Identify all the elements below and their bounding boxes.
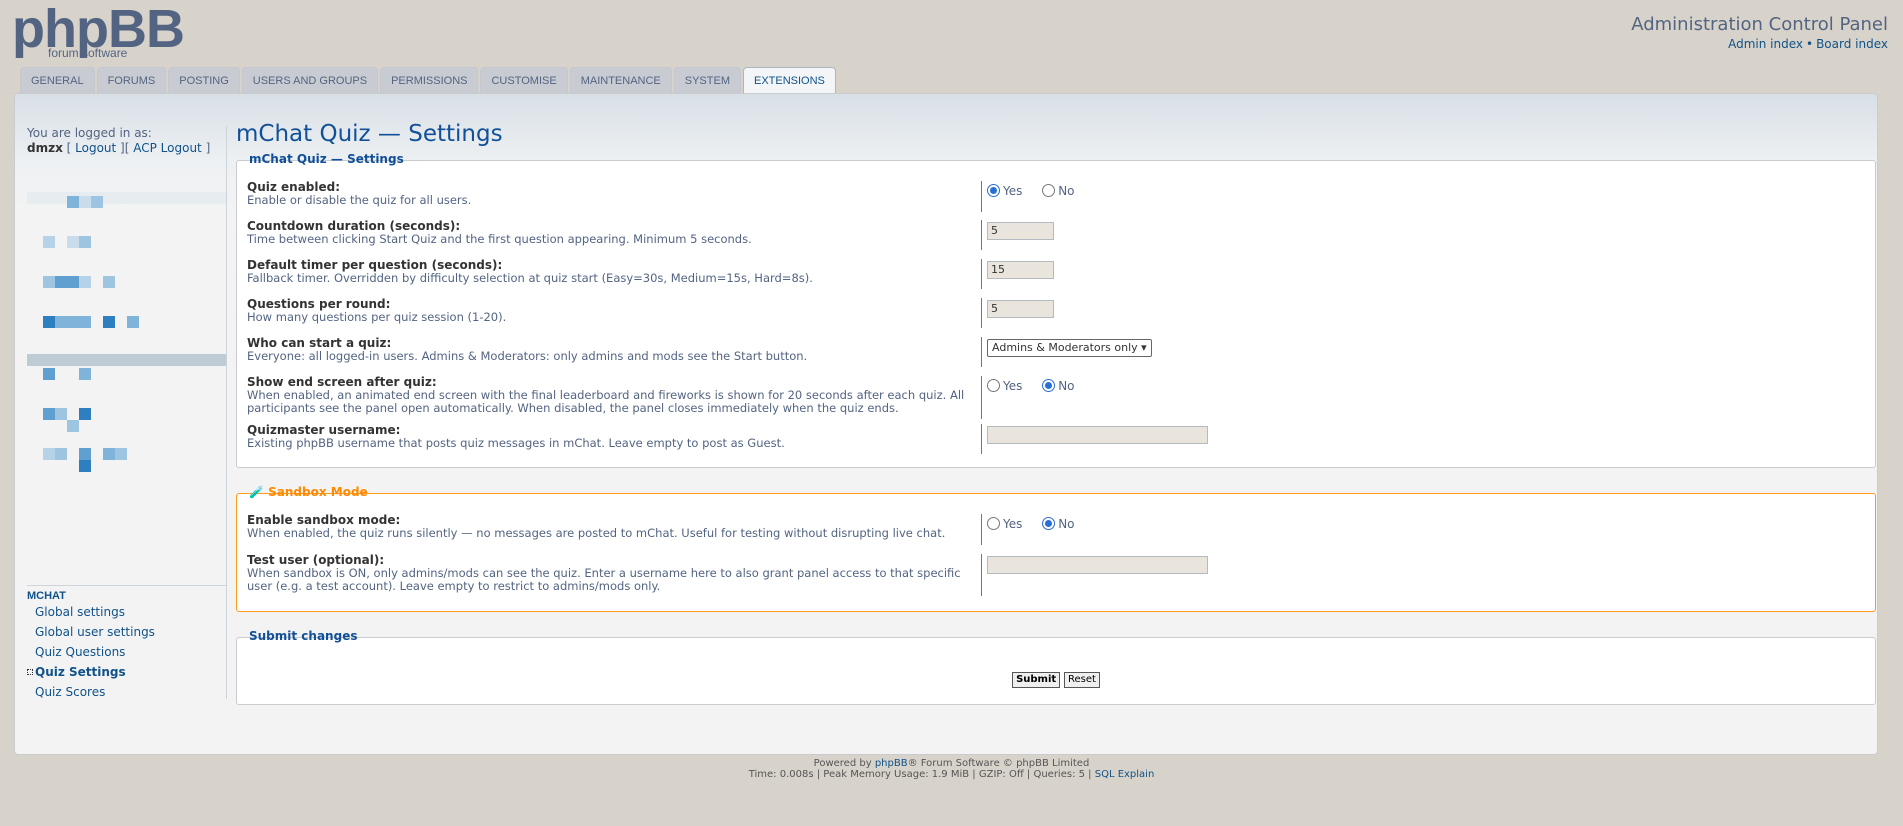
phpbb-logo[interactable]: phpBB forum software	[12, 2, 185, 60]
logged-in-label: You are logged in as:	[27, 126, 152, 140]
test-user-input[interactable]	[987, 556, 1208, 574]
reset-button[interactable]: Reset	[1064, 672, 1100, 688]
setting-quizmaster: Quizmaster username: Existing phpBB usern…	[237, 424, 1875, 454]
chevron-down-icon: ▾	[1141, 341, 1147, 354]
content: mChat Quiz — Settings mChat Quiz — Setti…	[236, 116, 1876, 705]
page-title: mChat Quiz — Settings	[236, 121, 503, 147]
tab-extensions[interactable]: EXTENSIONS	[742, 67, 836, 95]
menu-item-label[interactable]: Quiz Settings	[35, 665, 126, 679]
board-index-link[interactable]: Board index	[1816, 37, 1888, 51]
acp-logout-link[interactable]: ACP Logout	[133, 141, 202, 155]
setting-sandbox-enable: Enable sandbox mode: When enabled, the qu…	[237, 514, 1875, 545]
who-select[interactable]: Admins & Moderators only ▾	[987, 339, 1152, 357]
submit-button[interactable]: Submit	[1012, 672, 1061, 688]
test-tube-icon: 🧪	[249, 485, 264, 499]
sandbox-fieldset: 🧪 Sandbox Mode Enable sandbox mode: When …	[236, 485, 1876, 612]
acp-header: Administration Control Panel Admin index…	[1631, 14, 1888, 51]
logout-link[interactable]: Logout	[75, 141, 116, 155]
header-separator: •	[1806, 37, 1814, 51]
sandbox-yes-radio[interactable]: Yes	[987, 517, 1022, 531]
setting-explain: Time between clicking Start Quiz and the…	[247, 232, 752, 246]
tab-permissions[interactable]: PERMISSIONS	[380, 67, 479, 94]
setting-explain: Everyone: all logged-in users. Admins & …	[247, 349, 808, 363]
tab-customise[interactable]: CUSTOMISE	[480, 67, 568, 94]
logo-subtitle: forum software	[48, 46, 128, 60]
setting-explain: Fallback timer. Overridden by difficulty…	[247, 271, 813, 285]
end-screen-no-radio[interactable]: No	[1042, 379, 1075, 393]
setting-quiz-enabled: Quiz enabled: Enable or disable the quiz …	[237, 181, 1875, 212]
main-tabs: GENERAL FORUMS POSTING USERS AND GROUPS …	[20, 67, 836, 95]
login-info: You are logged in as: dmzx [ Logout ][ A…	[27, 126, 211, 155]
settings-fieldset: mChat Quiz — Settings Quiz enabled: Enabl…	[236, 152, 1876, 468]
tab-users-and-groups[interactable]: USERS AND GROUPS	[241, 67, 379, 94]
quizmaster-input[interactable]	[987, 426, 1208, 444]
setting-who: Who can start a quiz: Everyone: all logge…	[237, 337, 1875, 367]
pixelated-menu	[27, 166, 227, 496]
tab-maintenance[interactable]: MAINTENANCE	[569, 67, 672, 94]
footer-stats: Time: 0.008s | Peak Memory Usage: 1.9 Mi…	[748, 769, 1095, 780]
tab-posting[interactable]: POSTING	[168, 67, 240, 94]
setting-explain: Enable or disable the quiz for all users…	[247, 193, 472, 207]
submit-legend: Submit changes	[249, 629, 358, 643]
footer-powered-text: Powered by	[813, 758, 875, 769]
sandbox-no-radio[interactable]: No	[1042, 517, 1075, 531]
setting-test-user: Test user (optional): When sandbox is ON,…	[237, 554, 1875, 596]
sandbox-legend: 🧪 Sandbox Mode	[249, 485, 368, 499]
phpbb-link[interactable]: phpBB	[875, 758, 908, 769]
menu-item-label[interactable]: Global user settings	[35, 625, 155, 639]
menu-item-global-user-settings[interactable]: Global user settings	[27, 622, 227, 642]
sql-explain-link[interactable]: SQL Explain	[1095, 769, 1155, 780]
countdown-input[interactable]: 5	[987, 222, 1054, 240]
setting-explain: Existing phpBB username that posts quiz …	[247, 436, 785, 450]
menu-item-quiz-settings[interactable]: Quiz Settings	[27, 662, 227, 682]
submit-fieldset: Submit changes Submit Reset	[236, 629, 1876, 705]
setting-explain: When sandbox is ON, only admins/mods can…	[247, 566, 961, 593]
menu-item-label[interactable]: Quiz Scores	[35, 685, 105, 699]
tab-system[interactable]: SYSTEM	[673, 67, 741, 94]
setting-explain: When enabled, an animated end screen wit…	[247, 388, 965, 415]
main-panel: You are logged in as: dmzx [ Logout ][ A…	[14, 93, 1878, 755]
acp-title: Administration Control Panel	[1631, 14, 1888, 35]
footer: Powered by phpBB® Forum Software © phpBB…	[0, 758, 1903, 780]
menu-item-label[interactable]: Quiz Questions	[35, 645, 125, 659]
setting-countdown: Countdown duration (seconds): Time betwee…	[237, 220, 1875, 250]
setting-end-screen: Show end screen after quiz: When enabled,…	[237, 376, 1875, 419]
menu-item-label[interactable]: Global settings	[35, 605, 125, 619]
setting-explain: How many questions per quiz session (1-2…	[247, 310, 507, 324]
menu-item-quiz-scores[interactable]: Quiz Scores	[27, 682, 227, 702]
questions-input[interactable]: 5	[987, 300, 1054, 318]
setting-explain: When enabled, the quiz runs silently — n…	[247, 526, 946, 540]
quiz-enabled-no-radio[interactable]: No	[1042, 184, 1075, 198]
mchat-menu: Global settings Global user settings Qui…	[27, 602, 227, 702]
tab-forums[interactable]: FORUMS	[96, 67, 167, 94]
setting-questions: Questions per round: How many questions p…	[237, 298, 1875, 328]
end-screen-yes-radio[interactable]: Yes	[987, 379, 1022, 393]
username: dmzx	[27, 141, 63, 155]
setting-timer: Default timer per question (seconds): Fal…	[237, 259, 1875, 289]
tab-general[interactable]: GENERAL	[20, 67, 95, 94]
settings-legend: mChat Quiz — Settings	[249, 152, 404, 166]
sidebar: You are logged in as: dmzx [ Logout ][ A…	[27, 126, 227, 496]
mchat-menu-heading: MCHAT	[27, 585, 227, 602]
admin-index-link[interactable]: Admin index	[1728, 37, 1803, 51]
sidebar-divider	[226, 126, 227, 699]
footer-copyright: ® Forum Software © phpBB Limited	[907, 758, 1090, 769]
quiz-enabled-yes-radio[interactable]: Yes	[987, 184, 1022, 198]
menu-item-quiz-questions[interactable]: Quiz Questions	[27, 642, 227, 662]
timer-input[interactable]: 15	[987, 261, 1054, 279]
menu-item-global-settings[interactable]: Global settings	[27, 602, 227, 622]
